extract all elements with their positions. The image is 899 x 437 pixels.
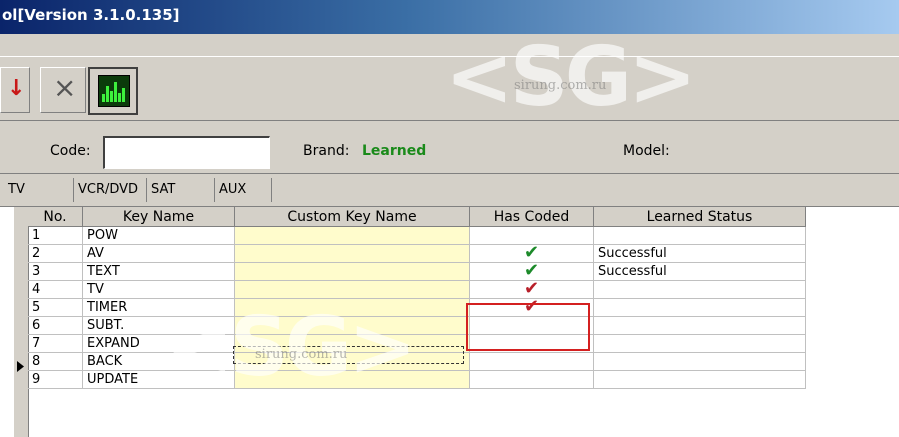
menu-bar xyxy=(0,34,899,57)
tab-bar: TV VCR/DVD SAT AUX xyxy=(0,174,899,204)
cell-status xyxy=(593,352,806,371)
title-bar: ol[Version 3.1.0.135] xyxy=(0,0,899,34)
cell-coded xyxy=(469,370,594,389)
table-row[interactable]: 1 POW xyxy=(28,226,806,245)
tab-sat[interactable]: SAT xyxy=(146,178,175,202)
cell-no: 9 xyxy=(28,370,83,389)
table-row[interactable]: 6 SUBT. xyxy=(28,316,806,335)
tab-divider xyxy=(271,178,274,202)
key-table: No. Key Name Custom Key Name Has Coded L… xyxy=(0,206,899,437)
table-row[interactable]: 9 UPDATE xyxy=(28,370,806,389)
toolbar: ↓ × xyxy=(0,57,899,121)
cell-no: 1 xyxy=(28,226,83,245)
cell-key: TEXT xyxy=(82,262,235,281)
cell-status xyxy=(593,370,806,389)
tab-aux[interactable]: AUX xyxy=(214,178,246,202)
cell-status xyxy=(593,280,806,299)
arrow-button[interactable]: ↓ xyxy=(0,67,30,113)
red-arrow-icon: ↓ xyxy=(7,76,26,101)
cell-no: 3 xyxy=(28,262,83,281)
cell-status xyxy=(593,316,806,335)
model-label: Model: xyxy=(623,143,670,159)
col-has-coded[interactable]: Has Coded xyxy=(469,207,594,227)
highlight-box xyxy=(466,303,590,351)
code-input[interactable] xyxy=(103,136,270,169)
cell-status: Successful xyxy=(593,244,806,263)
table-row[interactable]: 3 TEXT ✔ Successful xyxy=(28,262,806,281)
cell-status: Successful xyxy=(593,262,806,281)
watermark-site: sirung.com.ru xyxy=(514,78,607,93)
waveform-icon xyxy=(98,75,130,107)
col-custom-key-name[interactable]: Custom Key Name xyxy=(234,207,470,227)
table-row[interactable]: 4 TV ✔ xyxy=(28,280,806,299)
table-row[interactable]: 5 TIMER ✔ xyxy=(28,298,806,317)
cell-no: 4 xyxy=(28,280,83,299)
cell-custom[interactable] xyxy=(234,244,470,263)
cell-status xyxy=(593,226,806,245)
cell-custom[interactable] xyxy=(234,280,470,299)
cell-key: BACK xyxy=(82,352,235,371)
cell-custom[interactable] xyxy=(234,316,470,335)
cell-key: TIMER xyxy=(82,298,235,317)
cell-no: 5 xyxy=(28,298,83,317)
cell-status xyxy=(593,298,806,317)
col-no[interactable]: No. xyxy=(28,207,83,227)
cell-key: AV xyxy=(82,244,235,263)
cell-custom[interactable] xyxy=(234,262,470,281)
cell-custom[interactable] xyxy=(234,298,470,317)
code-label: Code: xyxy=(50,143,91,159)
tab-vcr-dvd[interactable]: VCR/DVD xyxy=(73,178,138,202)
current-row-pointer-icon xyxy=(14,358,26,375)
delete-button[interactable]: × xyxy=(40,67,86,113)
cell-no: 7 xyxy=(28,334,83,353)
cell-custom[interactable] xyxy=(234,226,470,245)
window-title: ol[Version 3.1.0.135] xyxy=(2,6,180,24)
row-header-column xyxy=(14,207,29,437)
close-icon: × xyxy=(53,71,77,104)
cell-status xyxy=(593,334,806,353)
col-key-name[interactable]: Key Name xyxy=(82,207,235,227)
cell-key: TV xyxy=(82,280,235,299)
cell-custom[interactable] xyxy=(234,370,470,389)
cell-coded xyxy=(469,352,594,371)
watermark-site-2: sirung.com.ru xyxy=(255,347,348,362)
learn-button[interactable] xyxy=(88,67,138,115)
cell-no: 8 xyxy=(28,352,83,371)
table-row[interactable]: 2 AV ✔ Successful xyxy=(28,244,806,263)
cell-key: UPDATE xyxy=(82,370,235,389)
cell-key: POW xyxy=(82,226,235,245)
cell-no: 2 xyxy=(28,244,83,263)
brand-label: Brand: xyxy=(303,143,350,159)
tab-tv[interactable]: TV xyxy=(8,178,25,202)
col-learned-status[interactable]: Learned Status xyxy=(593,207,806,227)
cell-key: SUBT. xyxy=(82,316,235,335)
cell-key: EXPAND xyxy=(82,334,235,353)
brand-value: Learned xyxy=(362,143,427,159)
cell-no: 6 xyxy=(28,316,83,335)
